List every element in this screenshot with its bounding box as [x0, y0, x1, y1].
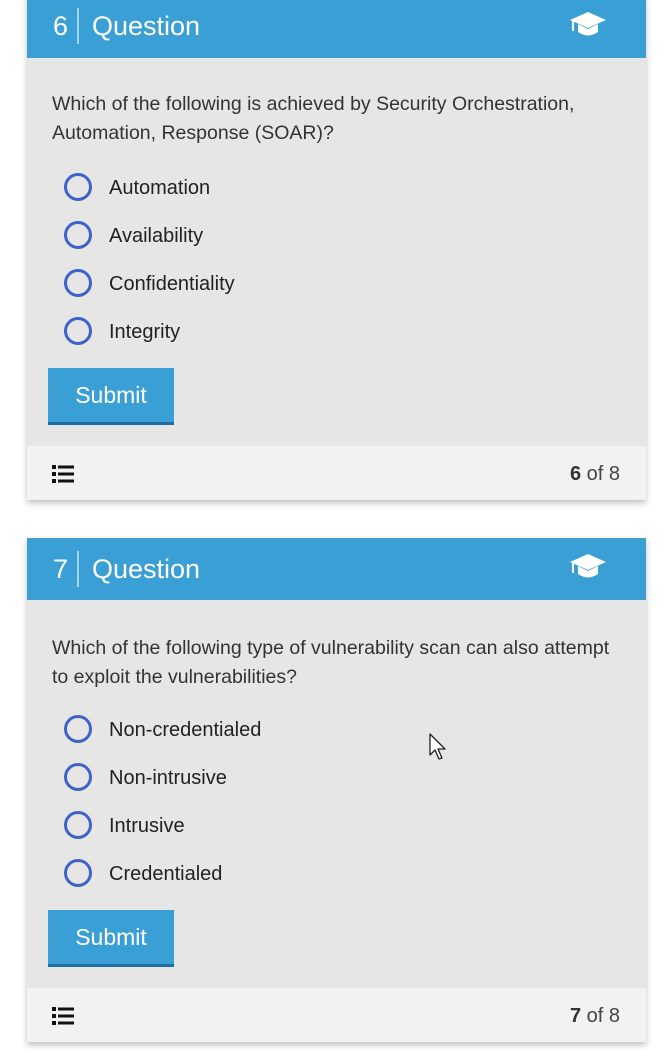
list-icon[interactable] [52, 465, 74, 483]
progress-total: 8 [608, 463, 620, 485]
radio-button[interactable] [64, 173, 92, 201]
option-label: Integrity [109, 321, 181, 343]
question-number: 7 [53, 554, 69, 584]
question-header: 7 Question [27, 538, 646, 600]
question-heading: Question [92, 554, 201, 584]
option-label: Intrusive [109, 815, 185, 837]
radio-button[interactable] [64, 859, 92, 887]
radio-button[interactable] [64, 221, 92, 249]
progress-current: 6 [569, 463, 582, 485]
mouse-pointer-icon [429, 733, 446, 760]
radio-button[interactable] [64, 763, 92, 791]
progress-total: 8 [608, 1005, 620, 1027]
option-label: Confidentiality [109, 273, 235, 295]
option-label: Automation [109, 177, 211, 199]
question-number: 6 [53, 11, 69, 41]
radio-button[interactable] [64, 715, 92, 743]
progress-indicator: 7 of 8 [570, 1003, 620, 1029]
question-card-7: 7 Question Which of the following type o… [27, 538, 646, 1042]
header-divider [77, 8, 79, 44]
radio-button[interactable] [64, 317, 92, 345]
option-label: Non-credentialed [109, 719, 262, 741]
submit-button[interactable]: Submit [48, 368, 174, 425]
answer-option[interactable]: Credentialed [63, 856, 463, 896]
card-footer: 7 of 8 [27, 988, 646, 1042]
answer-option[interactable]: Non-intrusive [63, 760, 463, 800]
graduation-cap-icon [570, 554, 606, 578]
question-card-6: 6 Question Which of the following is ach… [27, 0, 646, 500]
answer-option[interactable]: Confidentiality [63, 266, 463, 306]
progress-separator: of [586, 463, 604, 485]
radio-button[interactable] [64, 811, 92, 839]
question-heading: Question [92, 11, 201, 41]
answer-option[interactable]: Availability [63, 218, 463, 258]
card-footer: 6 of 8 [27, 446, 646, 500]
answer-option[interactable]: Integrity [63, 314, 463, 354]
question-text: Which of the following type of vulnerabi… [52, 637, 610, 688]
question-text: Which of the following is achieved by Se… [52, 93, 575, 144]
progress-current: 7 [569, 1005, 582, 1027]
progress-indicator: 6 of 8 [570, 461, 620, 487]
list-icon[interactable] [52, 1007, 74, 1025]
submit-button[interactable]: Submit [48, 910, 174, 967]
option-label: Non-intrusive [109, 767, 227, 789]
option-label: Availability [109, 225, 204, 247]
graduation-cap-icon [570, 12, 606, 36]
radio-button[interactable] [64, 269, 92, 297]
option-label: Credentialed [109, 863, 223, 885]
question-header: 6 Question [27, 0, 646, 58]
answer-option[interactable]: Intrusive [63, 808, 463, 848]
answer-option[interactable]: Automation [63, 170, 463, 210]
header-divider [77, 551, 79, 587]
answer-option[interactable]: Non-credentialed [63, 712, 463, 752]
progress-separator: of [586, 1005, 604, 1027]
